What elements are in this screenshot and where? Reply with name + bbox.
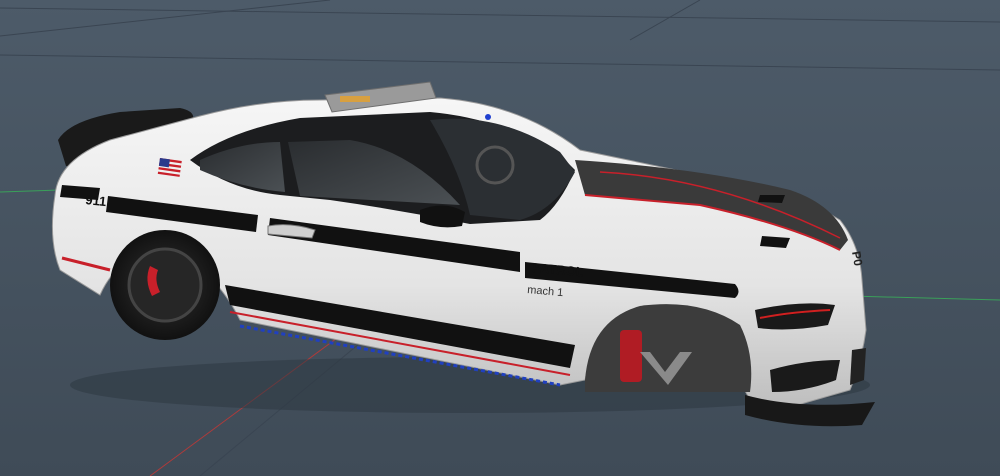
hood-vent	[760, 236, 790, 248]
us-flag-icon	[157, 158, 182, 177]
side-mirror	[420, 205, 465, 228]
front-brake-caliper	[620, 330, 642, 382]
hood-edge-decal: P0	[849, 250, 865, 267]
hood-scoop	[758, 195, 785, 203]
model-viewer-viewport[interactable]: 911 PATROL mach 1 P0	[0, 0, 1000, 476]
light-bar-amber	[340, 96, 370, 102]
rear-rim	[127, 247, 203, 323]
unit-number-decal: 911	[85, 192, 107, 209]
scene-canvas: 911 PATROL mach 1 P0	[0, 0, 1000, 476]
front-corner-vent	[850, 348, 866, 385]
dash-light-blue	[485, 114, 491, 120]
